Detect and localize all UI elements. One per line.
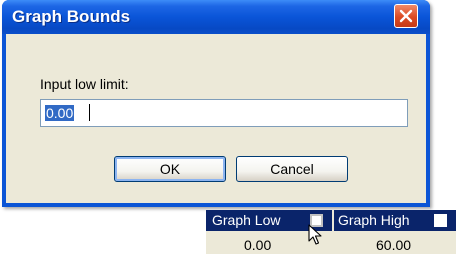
low-limit-input[interactable]: 0.00 bbox=[40, 99, 408, 127]
column-header-graph-high[interactable]: Graph High bbox=[334, 210, 456, 231]
dialog-title: Graph Bounds bbox=[12, 7, 131, 26]
graph-high-cell[interactable]: 60.00 bbox=[376, 237, 411, 253]
graph-high-checkbox[interactable] bbox=[434, 214, 447, 227]
text-caret bbox=[89, 104, 90, 121]
column-header-label: Graph High bbox=[338, 212, 410, 228]
dialog-body: Input low limit: 0.00 OK Cancel bbox=[6, 34, 426, 203]
cancel-button[interactable]: Cancel bbox=[236, 156, 348, 182]
graph-low-cell[interactable]: 0.00 bbox=[244, 237, 271, 253]
low-limit-input-value: 0.00 bbox=[45, 105, 75, 121]
dialog-titlebar[interactable]: Graph Bounds bbox=[2, 0, 430, 34]
close-button[interactable] bbox=[394, 4, 418, 28]
column-header-label: Graph Low bbox=[212, 212, 281, 228]
ok-button[interactable]: OK bbox=[114, 156, 226, 182]
graph-bounds-table: Graph Low Graph High 0.00 60.00 bbox=[206, 210, 456, 254]
mouse-pointer-icon bbox=[308, 224, 322, 245]
close-x-icon bbox=[399, 9, 413, 23]
graph-bounds-dialog: Graph Bounds Input low limit: 0.00 OK Ca… bbox=[2, 0, 430, 207]
input-prompt-label: Input low limit: bbox=[40, 76, 129, 92]
